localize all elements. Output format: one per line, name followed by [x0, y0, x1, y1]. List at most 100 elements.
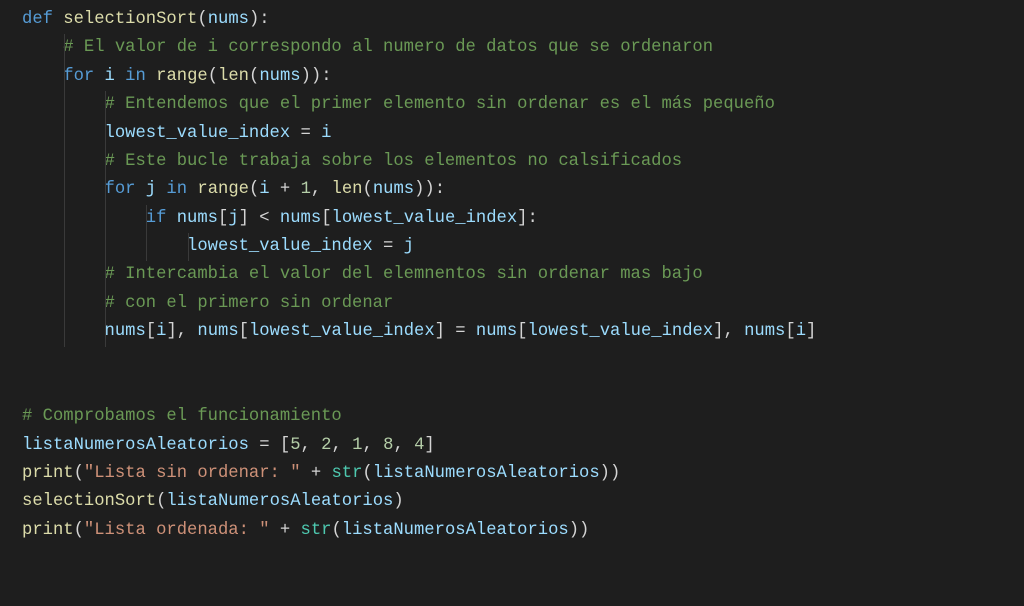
code-token: nums	[259, 67, 300, 86]
code-token: if	[146, 209, 177, 228]
code-token: for	[63, 67, 104, 86]
code-line[interactable]: # Comprobamos el funcionamiento	[22, 403, 1024, 431]
code-token: (	[249, 67, 259, 86]
code-token: ] <	[239, 209, 280, 228]
indent-guide	[146, 205, 147, 233]
code-line[interactable]: nums[i], nums[lowest_value_index] = nums…	[22, 318, 1024, 346]
code-token: listaNumerosAleatorios	[373, 464, 600, 483]
code-token: =	[373, 237, 404, 256]
code-token: =	[290, 124, 321, 143]
code-line[interactable]: # con el primero sin ordenar	[22, 290, 1024, 318]
code-token: ,	[311, 180, 332, 199]
code-line[interactable]: # Entendemos que el primer elemento sin …	[22, 91, 1024, 119]
code-token: (	[362, 180, 372, 199]
code-token: nums	[177, 209, 218, 228]
indent-guide	[105, 120, 106, 148]
code-token: j	[146, 180, 156, 199]
code-line[interactable]: print("Lista sin ordenar: " + str(listaN…	[22, 460, 1024, 488]
code-token: [	[280, 436, 290, 455]
indent-guide	[105, 233, 106, 261]
code-token: nums	[105, 322, 146, 341]
code-token: [	[517, 322, 527, 341]
indent	[22, 209, 146, 228]
code-token: # Comprobamos el funcionamiento	[22, 407, 342, 426]
code-line[interactable]: lowest_value_index = j	[22, 233, 1024, 261]
code-token: 5	[290, 436, 300, 455]
code-token: ):	[249, 10, 270, 29]
code-token: range	[156, 67, 208, 86]
code-line[interactable]: # El valor de i correspondo al numero de…	[22, 34, 1024, 62]
code-token: len	[332, 180, 363, 199]
code-token: "Lista ordenada: "	[84, 521, 270, 540]
indent-guide	[188, 233, 189, 261]
code-token: # con el primero sin ordenar	[105, 294, 394, 313]
indent-guide	[105, 261, 106, 289]
code-line[interactable]: listaNumerosAleatorios = [5, 2, 1, 8, 4]	[22, 432, 1024, 460]
code-token: 2	[321, 436, 331, 455]
code-token: +	[270, 521, 301, 540]
code-token: nums	[208, 10, 249, 29]
code-token: ,	[393, 436, 414, 455]
code-token: )):	[414, 180, 445, 199]
code-token: 1	[301, 180, 311, 199]
code-token: (	[156, 492, 166, 511]
code-token: 8	[383, 436, 393, 455]
indent-guide	[64, 290, 65, 318]
code-line[interactable]: for i in range(len(nums)):	[22, 63, 1024, 91]
indent-guide	[64, 120, 65, 148]
code-token: ))	[600, 464, 621, 483]
code-line[interactable]	[22, 347, 1024, 375]
code-line[interactable]	[22, 375, 1024, 403]
code-token: lowest_value_index	[105, 124, 291, 143]
code-token: (	[208, 67, 218, 86]
code-token: ,	[332, 436, 353, 455]
indent-guide	[64, 318, 65, 346]
code-token: # El valor de i correspondo al numero de…	[63, 38, 713, 57]
code-token: def	[22, 10, 63, 29]
code-token: lowest_value_index	[187, 237, 373, 256]
code-line[interactable]: # Este bucle trabaja sobre los elementos…	[22, 148, 1024, 176]
code-line[interactable]: selectionSort(listaNumerosAleatorios)	[22, 488, 1024, 516]
code-token: lowest_value_index	[332, 209, 518, 228]
code-token: [	[146, 322, 156, 341]
code-token: j	[228, 209, 238, 228]
code-token: ]	[424, 436, 434, 455]
code-line[interactable]: # Intercambia el valor del elemnentos si…	[22, 261, 1024, 289]
code-token: [	[785, 322, 795, 341]
code-token: j	[404, 237, 414, 256]
code-token: # Entendemos que el primer elemento sin …	[105, 95, 775, 114]
indent-guide	[64, 233, 65, 261]
code-token: # Intercambia el valor del elemnentos si…	[105, 265, 703, 284]
code-token: (	[249, 180, 259, 199]
indent	[22, 38, 63, 57]
code-token: "Lista sin ordenar: "	[84, 464, 301, 483]
code-token: nums	[197, 322, 238, 341]
code-token: +	[301, 464, 332, 483]
code-line[interactable]: for j in range(i + 1, len(nums)):	[22, 176, 1024, 204]
code-token: (	[331, 521, 341, 540]
code-token: ]	[806, 322, 816, 341]
code-token: [	[218, 209, 228, 228]
code-line[interactable]: def selectionSort(nums):	[22, 6, 1024, 34]
code-token: =	[249, 436, 280, 455]
code-token: listaNumerosAleatorios	[166, 492, 393, 511]
code-token: i	[105, 67, 115, 86]
indent-guide	[64, 63, 65, 91]
indent-guide	[64, 148, 65, 176]
code-editor[interactable]: def selectionSort(nums): # El valor de i…	[0, 0, 1024, 545]
code-token: i	[259, 180, 269, 199]
code-token: ,	[301, 436, 322, 455]
code-token: selectionSort	[63, 10, 197, 29]
code-token: (	[74, 464, 84, 483]
code-token: print	[22, 464, 74, 483]
code-token: listaNumerosAleatorios	[342, 521, 569, 540]
indent-guide	[105, 205, 106, 233]
code-line[interactable]: print("Lista ordenada: " + str(listaNume…	[22, 517, 1024, 545]
code-line[interactable]: if nums[j] < nums[lowest_value_index]:	[22, 205, 1024, 233]
code-token: lowest_value_index	[249, 322, 435, 341]
code-line[interactable]: lowest_value_index = i	[22, 120, 1024, 148]
code-token: in	[115, 67, 156, 86]
code-token: nums	[373, 180, 414, 199]
indent-guide	[64, 176, 65, 204]
code-token: i	[796, 322, 806, 341]
